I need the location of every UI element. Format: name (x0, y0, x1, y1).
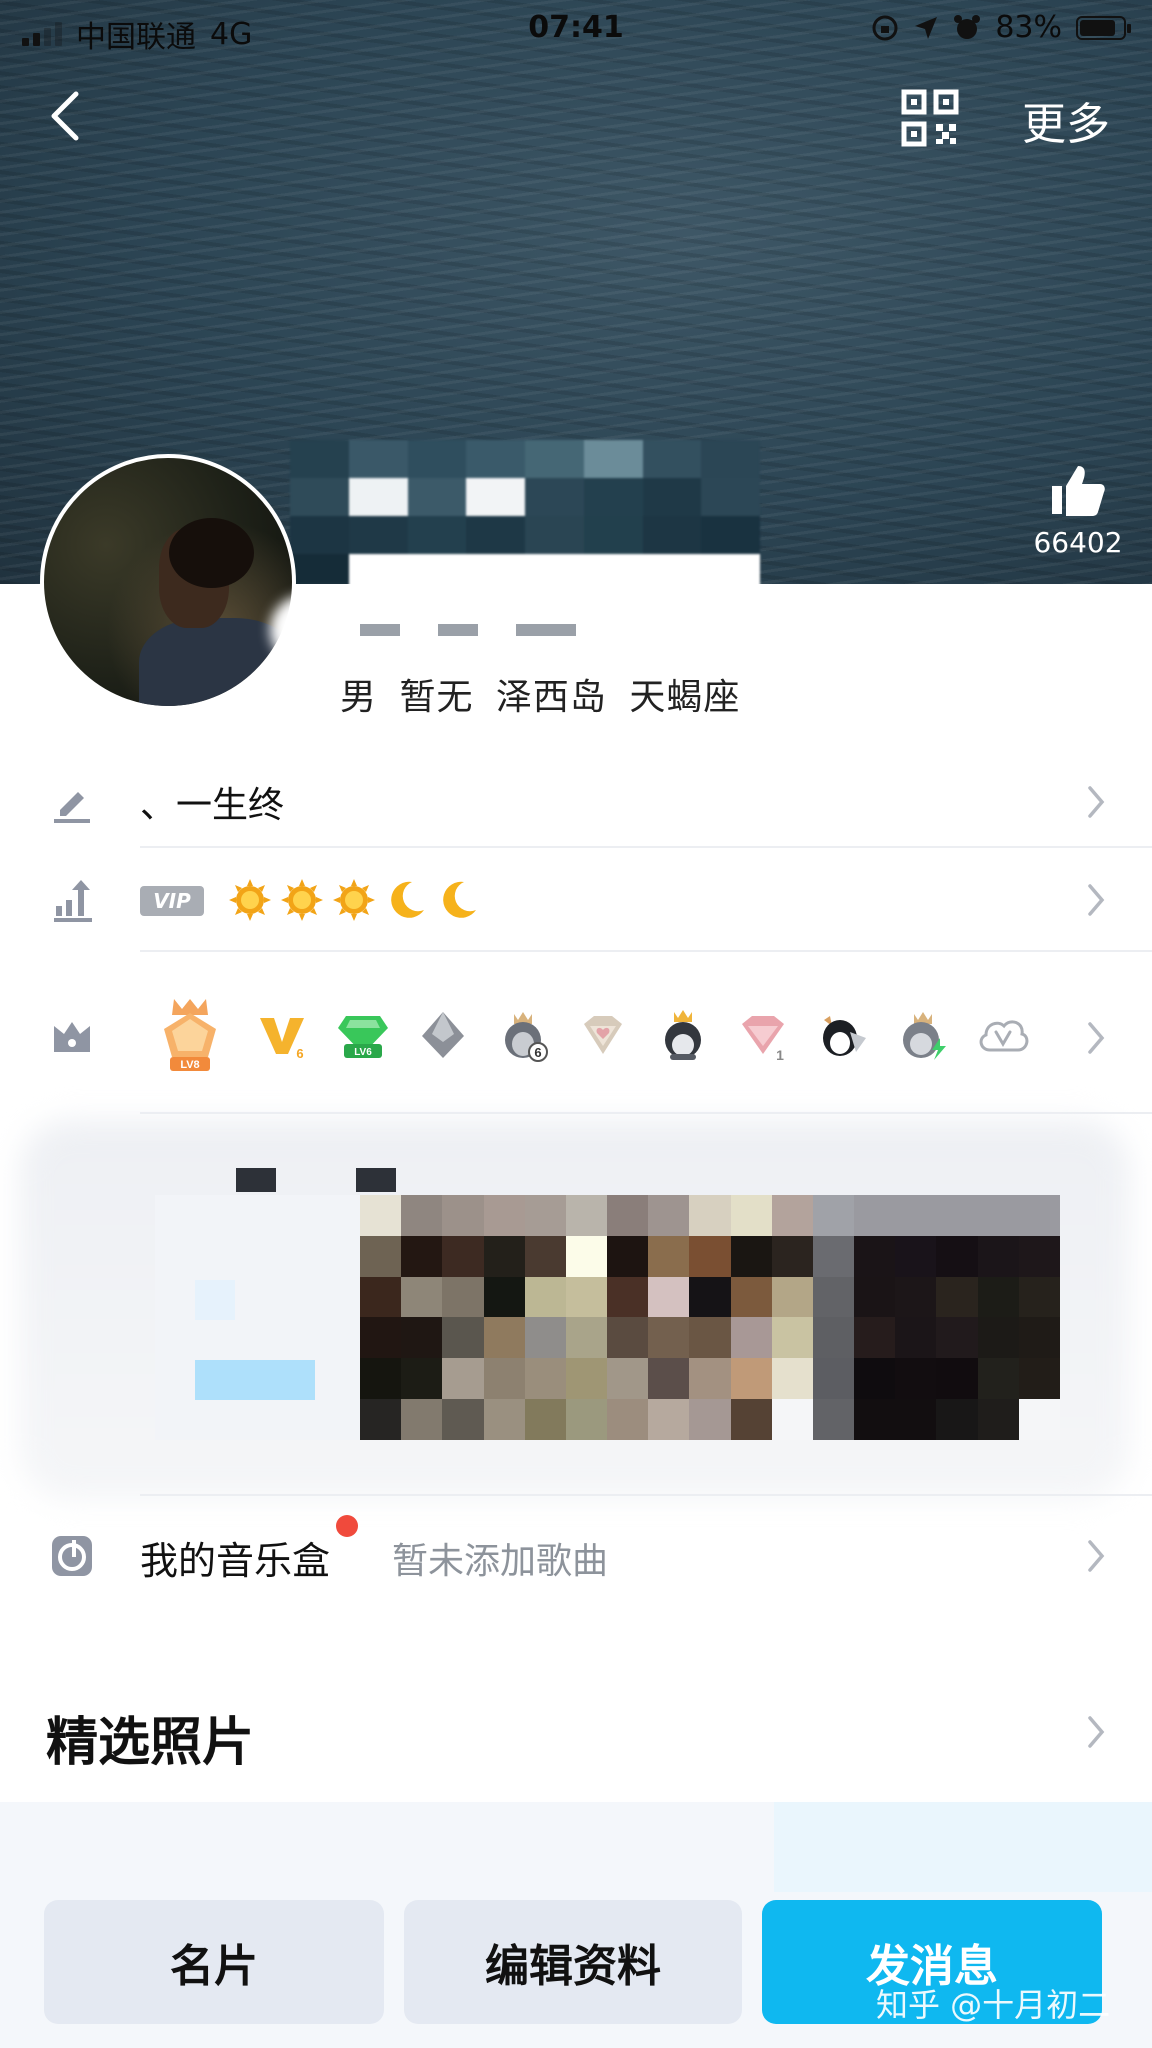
moon-icon (391, 881, 424, 918)
pencil-icon (54, 792, 90, 823)
svg-text:6: 6 (534, 1045, 541, 1060)
battery-percent: 83% (995, 10, 1062, 45)
business-card-button[interactable]: 名片 (44, 1900, 384, 2024)
chevron-right-icon[interactable] (1084, 1714, 1108, 1750)
edit-profile-button[interactable]: 编辑资料 (404, 1900, 742, 2024)
penguin-king-badge (665, 1010, 701, 1060)
alarm-icon (954, 14, 981, 39)
vip-badge: VIP (140, 886, 204, 916)
cloud-v-badge (979, 1020, 1029, 1052)
likes-counter[interactable]: 66402 (1026, 462, 1130, 559)
chevron-right-icon (1088, 1022, 1105, 1054)
sun-icon (281, 879, 323, 921)
crown-icon (54, 1022, 90, 1052)
pink-gem-badge: 1 (742, 1016, 784, 1062)
notification-dot (336, 1515, 358, 1537)
redacted-thumbnail (155, 1195, 360, 1440)
music-box-icon (52, 1536, 92, 1576)
redacted-photo-grid (360, 1195, 1060, 1440)
moon-icon (443, 881, 476, 918)
chevron-right-icon (1088, 786, 1105, 818)
avatar[interactable] (40, 454, 296, 710)
featured-photos-title: 精选照片 (46, 1713, 255, 1773)
watermark: 知乎 @十月初二 (876, 1986, 1111, 2024)
signature-text: 、一生终 (140, 785, 285, 826)
basic-info: 男 暂无 泽西岛 天蝎座 (340, 677, 741, 718)
more-button[interactable]: 更多 (1022, 88, 1110, 152)
status-bar: 中国联通 4G 07:41 83% (0, 0, 1152, 58)
penguin-wing-badge (823, 1016, 866, 1056)
chevron-right-icon (1088, 884, 1105, 916)
rotation-lock-icon (872, 15, 898, 40)
chevron-left-icon[interactable] (40, 86, 90, 146)
battery-icon (1076, 15, 1131, 40)
green-diamond-badge: LV6 (338, 1016, 388, 1058)
silver-gem-badge (422, 1012, 464, 1058)
likes-count: 66402 (1033, 526, 1123, 559)
lv8-medal-badge: LV8 (164, 999, 216, 1071)
level-up-icon (54, 880, 92, 922)
pink-diamond-badge (584, 1016, 622, 1054)
chevron-right-icon (1088, 1540, 1105, 1572)
level-icons (228, 878, 480, 922)
redacted-label (236, 1168, 396, 1192)
location-arrow-icon (915, 16, 938, 39)
sun-icon (229, 879, 271, 921)
pixelated-nickname (290, 440, 760, 584)
svg-text:6: 6 (296, 1046, 303, 1061)
music-box-status: 暂未添加歌曲 (392, 1541, 609, 1582)
svg-text:LV8: LV8 (180, 1059, 199, 1071)
badges-list: LV8 6 LV6 6 1 (150, 995, 1030, 1075)
thumbs-up-icon (1052, 466, 1105, 516)
music-box-title: 我的音乐盒 (140, 1539, 331, 1583)
sun-icon (333, 879, 375, 921)
penguin-crown-badge: 6 (505, 1012, 548, 1062)
qr-code-icon[interactable] (900, 88, 960, 148)
penguin-lightning-badge (903, 1012, 946, 1060)
svg-text:1: 1 (776, 1047, 784, 1062)
vip-v-badge: 6 (260, 1018, 304, 1061)
redacted-account (360, 624, 576, 636)
svg-text:LV6: LV6 (354, 1047, 372, 1058)
